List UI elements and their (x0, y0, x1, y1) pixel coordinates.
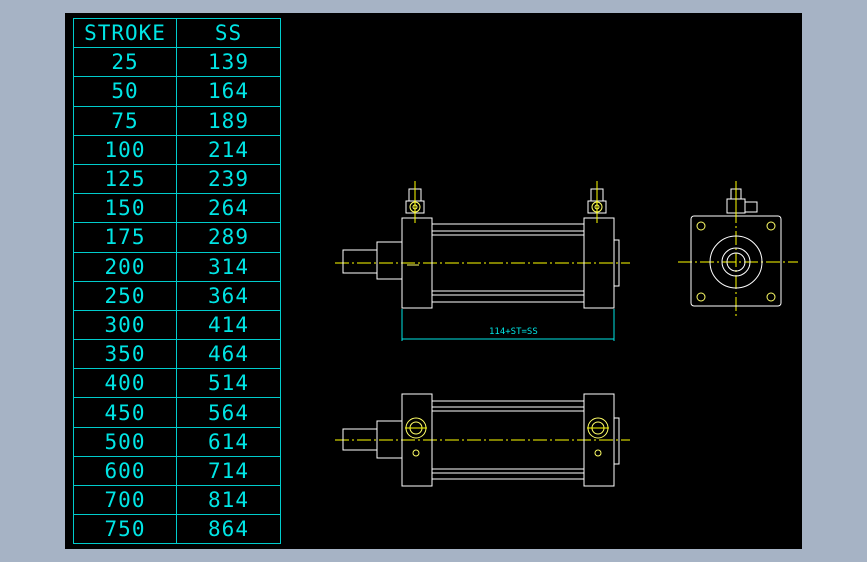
rod-collar (376, 241, 403, 280)
cad-drawing-canvas: STROKE SS 25 139 50 164 75 189 100 214 125 239 150… (65, 13, 802, 549)
cylinder-drawings: 114+ST=SS (335, 181, 798, 487)
end-port (726, 181, 758, 223)
side-view (335, 181, 630, 341)
front-port (405, 181, 425, 223)
bottom-rear-port (587, 417, 609, 457)
rear-port (587, 181, 607, 223)
piston-rod (342, 249, 378, 274)
end-view (678, 181, 798, 319)
bottom-view (335, 393, 630, 487)
bottom-front-port (405, 417, 427, 457)
dimension-label: 114+ST=SS (489, 327, 538, 337)
